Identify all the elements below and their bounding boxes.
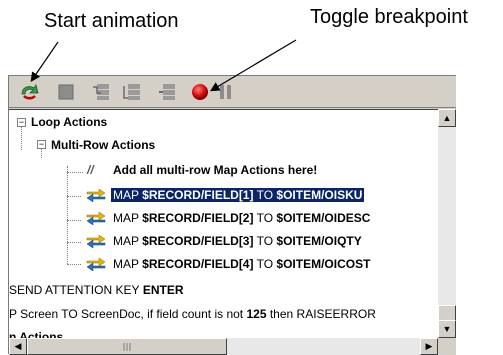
red-breakpoint-icon	[192, 84, 208, 100]
tree-node-partial[interactable]: n Actions	[9, 327, 63, 338]
map-field: $RECORD/FIELD[3]	[142, 234, 254, 248]
map-arrow-icon	[86, 188, 106, 202]
tree-node-screen-check[interactable]: P Screen TO ScreenDoc, if field count is…	[9, 304, 376, 324]
map-field: $RECORD/FIELD[2]	[142, 211, 254, 225]
screen-count-value: 125	[246, 307, 267, 321]
toggle-breakpoint-button[interactable]	[189, 81, 211, 103]
step-into-button[interactable]	[91, 81, 113, 103]
toolbar	[9, 76, 456, 108]
tree-connector	[67, 264, 81, 265]
node-label: Loop Actions	[31, 115, 108, 129]
node-label: Multi-Row Actions	[51, 138, 156, 152]
stop-square-icon	[58, 84, 74, 100]
stop-button[interactable]	[55, 81, 77, 103]
tree-connector	[67, 196, 81, 197]
map-target: $OITEM/OIQTY	[276, 234, 362, 248]
step-out-button[interactable]	[157, 81, 179, 103]
tree-node-multi-row-actions[interactable]: Multi-Row Actions	[51, 135, 155, 155]
scroll-up-button[interactable]: ▲	[438, 109, 456, 127]
vertical-scrollbar[interactable]: ▲ ▼	[438, 109, 456, 338]
map-target: $OITEM/OICOST	[276, 257, 371, 271]
tree-node-map[interactable]: MAP $RECORD/FIELD[3] TO $OITEM/OIQTY	[85, 231, 362, 251]
map-arrow-icon	[86, 234, 106, 248]
tree-node-comment[interactable]: // Add all multi-row Map Actions here!	[87, 160, 317, 180]
map-arrow-icon	[86, 257, 106, 271]
start-animation-callout: Start animation	[44, 10, 179, 32]
collapse-multi-row-actions[interactable]: −	[37, 140, 46, 149]
horizontal-scroll-thumb[interactable]	[27, 338, 227, 355]
scrollbar-corner	[438, 338, 456, 355]
grip-icon	[123, 342, 131, 351]
step-over-button[interactable]	[121, 81, 143, 103]
tree-connector	[67, 242, 81, 243]
step-over-icon	[123, 84, 140, 100]
action-tree: − Loop Actions − Multi-Row Actions // Ad…	[9, 109, 438, 338]
comment-icon: //	[87, 163, 94, 177]
map-prefix: MAP	[113, 211, 139, 225]
collapse-loop-actions[interactable]: −	[17, 118, 26, 127]
screen-check-label: P Screen TO ScreenDoc, if field count is…	[9, 307, 244, 321]
send-key-value: ENTER	[142, 283, 184, 297]
step-out-icon	[159, 84, 175, 100]
send-key-label: SEND ATTENTION KEY	[9, 283, 140, 297]
map-prefix: MAP	[113, 257, 139, 271]
green-arrow-icon	[21, 84, 39, 100]
vertical-scroll-thumb[interactable]	[438, 305, 456, 321]
map-prefix: MAP	[113, 234, 139, 248]
tree-node-send-key[interactable]: SEND ATTENTION KEY ENTER	[9, 280, 183, 300]
tree-node-loop-actions[interactable]: Loop Actions	[31, 112, 107, 132]
map-field: $RECORD/FIELD[4]	[142, 257, 254, 271]
tree-node-map[interactable]: MAP $RECORD/FIELD[2] TO $OITEM/OIDESC	[85, 208, 370, 228]
node-label: Add all multi-row Map Actions here!	[113, 163, 318, 177]
map-row-selected: MAP $RECORD/FIELD[1] TO $OITEM/OISKU	[111, 188, 365, 202]
pause-button[interactable]	[215, 81, 237, 103]
scroll-left-button[interactable]: ◀	[9, 338, 27, 355]
map-target: $OITEM/OIDESC	[276, 211, 371, 225]
screen-check-suffix: then RAISEERROR	[269, 307, 376, 321]
map-to: TO	[256, 211, 274, 225]
map-arrow-icon	[86, 211, 106, 225]
tree-connector	[67, 220, 81, 221]
tree-connector	[67, 166, 68, 264]
scroll-down-button[interactable]: ▼	[438, 320, 456, 338]
debugger-window: − Loop Actions − Multi-Row Actions // Ad…	[8, 75, 456, 355]
tree-node-map[interactable]: MAP $RECORD/FIELD[1] TO $OITEM/OISKU	[85, 185, 365, 205]
horizontal-scrollbar[interactable]: ◀ ▶	[9, 338, 438, 355]
step-into-icon	[93, 84, 109, 100]
map-to: TO	[256, 234, 274, 248]
tree-connector	[21, 126, 22, 150]
scroll-right-button[interactable]: ▶	[420, 338, 438, 355]
toggle-breakpoint-callout: Toggle breakpoint	[310, 6, 468, 28]
start-animation-button[interactable]	[19, 81, 41, 103]
tree-connector	[67, 172, 83, 173]
pause-icon	[220, 85, 231, 99]
tree-node-map[interactable]: MAP $RECORD/FIELD[4] TO $OITEM/OICOST	[85, 254, 370, 274]
map-to: TO	[256, 257, 274, 271]
node-label: n Actions	[9, 330, 64, 338]
